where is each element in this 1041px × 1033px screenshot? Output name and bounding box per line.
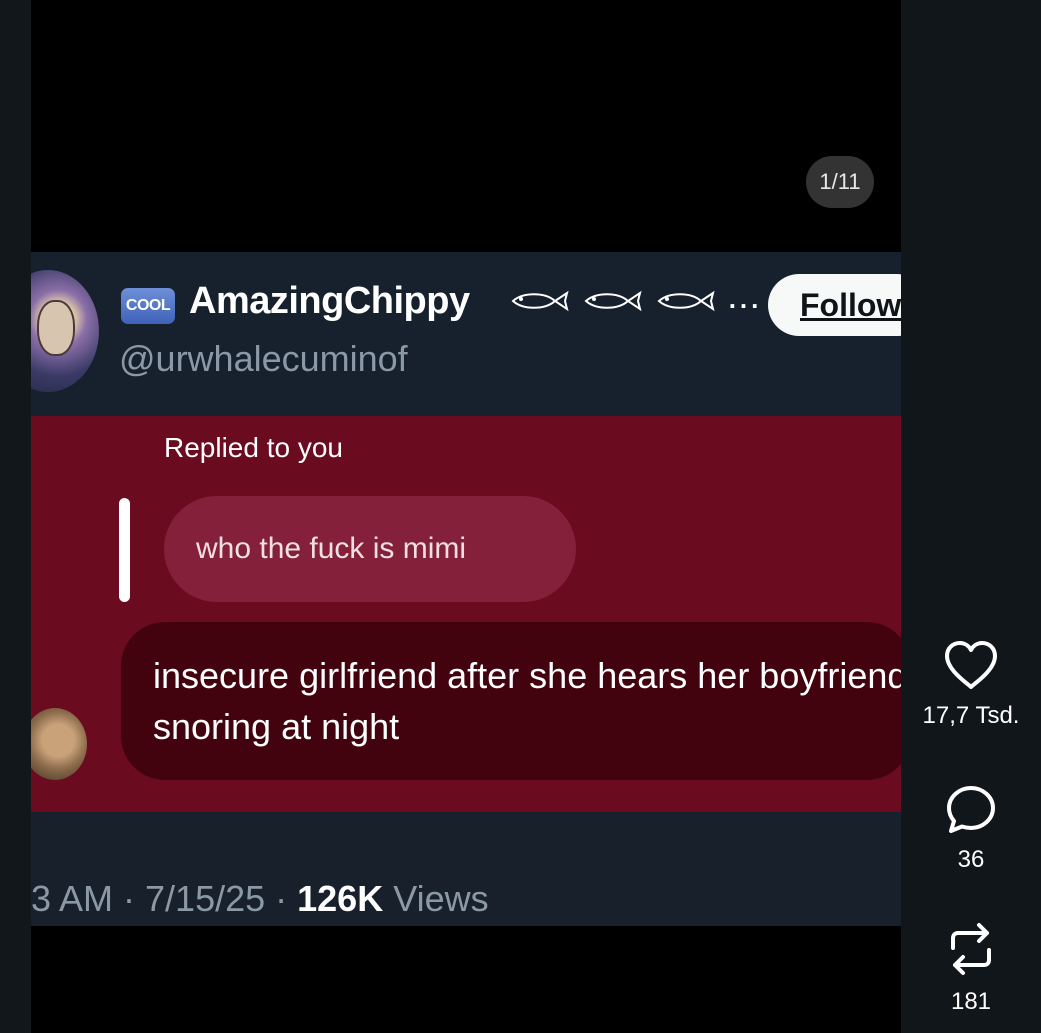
left-margin xyxy=(0,0,31,1033)
repost-action[interactable]: 181 xyxy=(901,920,1041,1016)
replied-label: Replied to you xyxy=(164,432,344,463)
name-ellipsis: ... xyxy=(728,284,763,314)
slide-counter: 1/11 xyxy=(806,156,874,208)
action-rail xyxy=(901,0,1041,1033)
like-action[interactable]: 17,7 Tsd. xyxy=(901,640,1041,730)
fish-icon xyxy=(511,290,569,312)
message-bubble: insecure girlfriend after she hears her … xyxy=(121,622,901,780)
repost-icon[interactable] xyxy=(945,920,997,978)
comment-action[interactable]: 36 xyxy=(901,784,1041,874)
user-handle: @urwhalecuminof xyxy=(119,338,408,379)
fish-icon xyxy=(657,290,716,312)
heart-icon[interactable] xyxy=(943,640,999,692)
avatar xyxy=(31,270,99,392)
repost-count: 181 xyxy=(950,988,992,1015)
follow-button[interactable]: Follow xyxy=(768,274,901,336)
tweet-meta: 3 AM · 7/15/25 · 126K Views xyxy=(31,878,489,920)
like-count: 17,7 Tsd. xyxy=(922,702,1020,729)
views-label: Views xyxy=(383,878,489,919)
views-count: 126K xyxy=(297,878,384,919)
tweet-header: COOL AmazingChippy ... @urwhalecuminof F xyxy=(31,252,901,416)
tweet-footer: 3 AM · 7/15/25 · 126K Views xyxy=(31,812,901,926)
sender-avatar xyxy=(31,708,87,780)
dm-thread: Replied to you who the fuck is mimi inse… xyxy=(31,416,901,812)
reply-indicator-bar xyxy=(119,498,130,602)
quoted-message: who the fuck is mimi xyxy=(164,496,576,602)
media-post[interactable]: 1/11 COOL AmazingChippy ... @urwhalecumi… xyxy=(31,0,901,1033)
timestamp: 3 AM · 7/15/25 · xyxy=(31,878,298,919)
display-name: AmazingChippy xyxy=(189,280,470,322)
comment-bubble-icon[interactable] xyxy=(945,784,997,836)
fish-emoji-icons: ... xyxy=(509,284,762,315)
cool-badge: COOL xyxy=(121,288,175,324)
comment-count: 36 xyxy=(957,846,985,873)
fish-icon xyxy=(584,290,642,312)
reel-viewer: 1/11 COOL AmazingChippy ... @urwhalecumi… xyxy=(0,0,1041,1033)
